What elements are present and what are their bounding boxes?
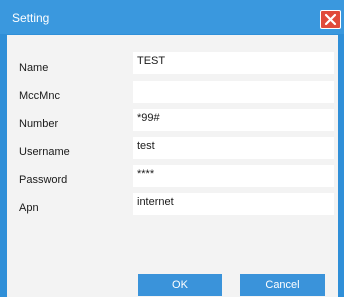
name-field[interactable]: TEST xyxy=(133,52,334,74)
cancel-button[interactable]: Cancel xyxy=(240,274,325,296)
settings-dialog: Setting Name TEST MccMnc Number *99# Use… xyxy=(0,0,344,297)
close-button[interactable] xyxy=(320,10,341,29)
username-field[interactable]: test xyxy=(133,137,334,159)
dialog-title: Setting xyxy=(12,11,50,25)
apn-field[interactable]: internet xyxy=(133,193,334,215)
dialog-body: Name TEST MccMnc Number *99# Username te… xyxy=(7,35,338,297)
mccmnc-field[interactable] xyxy=(133,81,334,103)
ok-button[interactable]: OK xyxy=(138,274,222,296)
mccmnc-label: MccMnc xyxy=(19,90,60,102)
password-field[interactable]: **** xyxy=(133,165,334,187)
number-label: Number xyxy=(19,118,59,130)
apn-label: Apn xyxy=(19,202,39,214)
close-icon xyxy=(324,13,337,26)
title-bar[interactable]: Setting xyxy=(0,0,344,34)
username-label: Username xyxy=(19,146,70,158)
name-label: Name xyxy=(19,62,49,74)
number-field[interactable]: *99# xyxy=(133,109,334,131)
password-label: Password xyxy=(19,174,68,186)
